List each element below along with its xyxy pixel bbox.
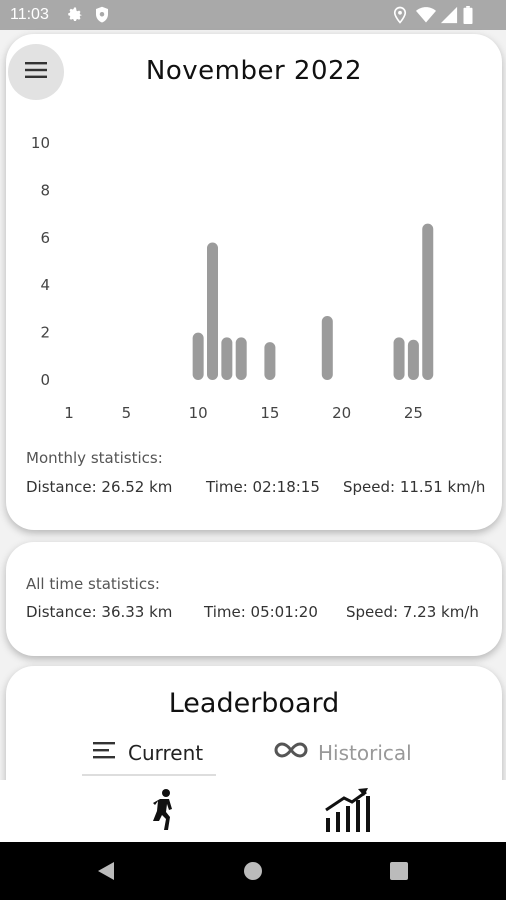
monthly-time: Time: 02:18:15 <box>206 478 320 496</box>
x-tick-label: 1 <box>64 404 74 422</box>
y-tick-label: 4 <box>40 276 50 294</box>
back-icon[interactable] <box>96 861 116 885</box>
chart-bar <box>393 337 405 380</box>
wifi-icon <box>416 6 436 28</box>
month-title: November 2022 <box>145 56 363 86</box>
shield-icon <box>94 6 110 28</box>
x-tick-label: 25 <box>404 404 423 422</box>
monthly-stats-label: Monthly statistics: <box>26 449 163 467</box>
chart-bar <box>422 223 434 380</box>
all-time-distance: Distance: 36.33 km <box>26 603 173 621</box>
y-tick-label: 2 <box>40 324 50 342</box>
recents-icon[interactable] <box>390 862 408 884</box>
chart-bar <box>221 337 233 380</box>
home-icon[interactable] <box>243 861 263 885</box>
y-tick-label: 6 <box>40 229 50 247</box>
x-tick-label: 5 <box>122 404 132 422</box>
monthly-distance: Distance: 26.52 km <box>26 478 173 496</box>
all-time-stats-label: All time statistics: <box>26 575 160 593</box>
bottom-navigation <box>0 780 506 842</box>
tab-current[interactable]: Current <box>92 740 203 765</box>
x-tick-label: 15 <box>260 404 279 422</box>
runner-icon[interactable] <box>148 788 178 836</box>
monthly-chart-card: November 2022 0 2 4 6 8 10 1 5 10 15 20 25 Monthly … <box>6 34 502 530</box>
signal-icon <box>440 6 458 28</box>
all-time-time: Time: 05:01:20 <box>204 603 318 621</box>
chart-bar <box>235 337 247 380</box>
chart-bar <box>207 242 218 380</box>
status-time: 11:03 <box>10 6 49 23</box>
list-icon <box>92 740 118 765</box>
y-tick-label: 8 <box>40 181 50 199</box>
tab-historical-label: Historical <box>318 740 412 765</box>
battery-icon <box>463 6 473 28</box>
monthly-speed: Speed: 11.51 km/h <box>343 478 486 496</box>
tab-indicator <box>82 774 216 776</box>
stats-chart-icon[interactable] <box>322 788 372 838</box>
y-tick-label: 0 <box>40 371 50 389</box>
leaderboard-title: Leaderboard <box>168 688 340 719</box>
chart-bar <box>321 316 333 380</box>
all-time-speed: Speed: 7.23 km/h <box>346 603 479 621</box>
status-bar: 11:03 <box>0 0 506 30</box>
tab-historical[interactable]: Historical <box>274 740 412 765</box>
x-tick-label: 10 <box>189 404 208 422</box>
all-time-stats-card: All time statistics: Distance: 36.33 km … <box>6 542 502 656</box>
infinity-icon <box>274 740 308 765</box>
chart-bar <box>264 342 276 380</box>
y-tick-label: 10 <box>31 134 50 152</box>
location-icon <box>392 6 408 28</box>
chart-bar <box>192 332 204 380</box>
chart-bar <box>407 339 419 380</box>
tab-current-label: Current <box>128 740 204 765</box>
gear-icon <box>66 6 84 28</box>
system-navigation-bar <box>0 842 506 900</box>
x-tick-label: 20 <box>332 404 351 422</box>
